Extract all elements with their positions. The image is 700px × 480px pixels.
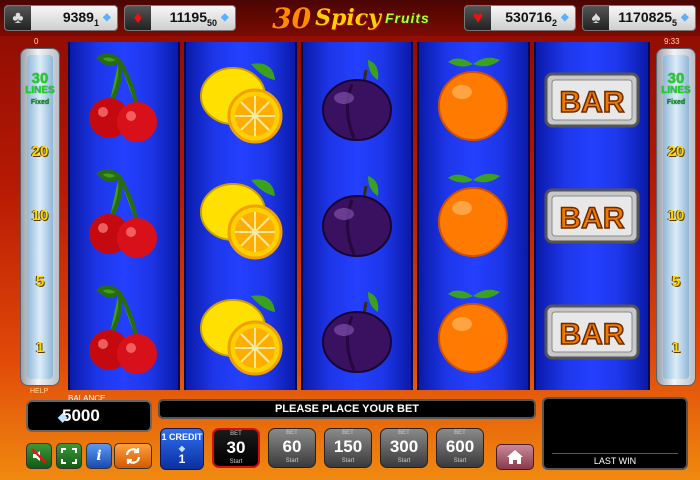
- credit-value-button[interactable]: 1 CREDIT ◆ 1: [160, 428, 204, 470]
- jackpot-clubs-sub: 1: [93, 17, 99, 28]
- jackpot-spades-amount: 1170825: [618, 8, 672, 25]
- lines-label-left: 30 LINES Fixed: [25, 70, 55, 106]
- bar-text: BAR: [559, 86, 624, 119]
- bar-symbol: BAR: [536, 42, 648, 158]
- reel-3: [300, 42, 414, 390]
- bet-button-30[interactable]: BET 30 Start: [212, 428, 260, 468]
- line-mark-1: 1: [35, 339, 45, 356]
- balance-display: ◆ 5000: [26, 400, 152, 432]
- diamond-gem-icon: ◆: [681, 12, 689, 23]
- status-message: PLEASE PLACE YOUR BET: [158, 399, 536, 419]
- lemon-symbol: [186, 158, 294, 274]
- line-mark-10: 10: [31, 207, 49, 224]
- orange-symbol: [419, 42, 527, 158]
- line-mark-5: 5: [35, 273, 45, 290]
- diamonds-icon: ♦: [125, 6, 151, 30]
- game-title-logo: 30 Spicy Fruits: [248, 1, 454, 35]
- last-win-label: LAST WIN: [593, 456, 637, 466]
- home-icon: [507, 450, 523, 464]
- lines-label-right: 30 LINES Fixed: [661, 70, 691, 106]
- orange-symbol: [419, 274, 527, 390]
- orange-symbol: [419, 158, 527, 274]
- balance-value: 5000: [62, 406, 100, 425]
- jackpot-hearts-sub: 2: [551, 17, 557, 28]
- jackpot-diamonds: ♦ 1119550 ◆: [124, 5, 236, 31]
- spades-icon: ♠: [583, 6, 609, 30]
- diamond-gem-icon: ◆: [103, 12, 111, 23]
- jackpot-bar: ♣ 93891 ◆ ♦ 1119550 ◆ 30 Spicy Fruits ♥ …: [0, 0, 700, 36]
- bet-button-600[interactable]: BET 600 Start: [436, 428, 484, 468]
- line-mark-5: 5: [671, 273, 681, 290]
- credit-value: 1: [178, 452, 186, 466]
- jackpot-clubs: ♣ 93891 ◆: [4, 5, 118, 31]
- diamond-gem-icon: ◆: [561, 12, 569, 23]
- home-button[interactable]: [496, 444, 534, 470]
- left-lines-indicator: 30 LINES Fixed 20 10 5 1: [20, 48, 60, 386]
- line-mark-1: 1: [671, 339, 681, 356]
- line-mark-10: 10: [667, 207, 685, 224]
- bar-text: BAR: [559, 318, 624, 351]
- diamond-gem-icon: ◆: [221, 12, 229, 23]
- bet-button-150[interactable]: BET 150 Start: [324, 428, 372, 468]
- jackpot-clubs-amount: 9389: [62, 8, 94, 25]
- reel-4: [417, 42, 530, 390]
- autoplay-icon[interactable]: [114, 443, 152, 469]
- credit-label: 1 CREDIT: [161, 432, 203, 442]
- plum-symbol: [303, 42, 411, 158]
- title-number: 30: [272, 1, 312, 35]
- jackpot-diamonds-sub: 50: [206, 17, 217, 28]
- jackpot-hearts: ♥ 5307162 ◆: [464, 5, 576, 31]
- jackpot-spades-sub: 5: [671, 17, 677, 28]
- reel-5: BAR BAR BAR: [533, 42, 650, 390]
- right-lines-indicator: 30 LINES Fixed 20 10 5 1: [656, 48, 696, 386]
- lemon-symbol: [186, 42, 294, 158]
- speaker-muted-icon[interactable]: [26, 443, 52, 469]
- hearts-icon: ♥: [465, 6, 491, 30]
- clubs-icon: ♣: [5, 6, 31, 30]
- corner-indicator: 0: [34, 37, 39, 46]
- plum-symbol: [303, 274, 411, 390]
- plum-symbol: [303, 158, 411, 274]
- bet-button-300[interactable]: BET 300 Start: [380, 428, 428, 468]
- help-label[interactable]: HELP: [30, 388, 48, 395]
- jackpot-diamonds-amount: 11195: [169, 8, 207, 25]
- last-win-display: LAST WIN: [542, 397, 688, 470]
- line-mark-20: 20: [667, 143, 685, 160]
- fullscreen-icon[interactable]: [56, 443, 82, 469]
- bar-text: BAR: [559, 202, 624, 235]
- title-word-fruits: Fruits: [384, 10, 430, 26]
- reels-area: BAR BAR BAR: [68, 42, 650, 390]
- cherry-symbol: [70, 42, 178, 158]
- cherry-symbol: [70, 274, 178, 390]
- reel-2: [184, 42, 297, 390]
- lemon-symbol: [186, 274, 294, 390]
- reel-1: [68, 42, 181, 390]
- bar-symbol: BAR: [536, 158, 648, 274]
- diamond-gem-icon: ◆: [58, 410, 68, 424]
- bet-button-60[interactable]: BET 60 Start: [268, 428, 316, 468]
- bar-symbol: BAR: [536, 274, 648, 390]
- info-icon[interactable]: i: [86, 443, 112, 469]
- jackpot-hearts-amount: 530716: [505, 8, 552, 25]
- clock: 9:33: [664, 37, 680, 46]
- line-mark-20: 20: [31, 143, 49, 160]
- title-word-spicy: Spicy: [315, 5, 381, 31]
- cherry-symbol: [70, 158, 178, 274]
- jackpot-spades: ♠ 11708255 ◆: [582, 5, 696, 31]
